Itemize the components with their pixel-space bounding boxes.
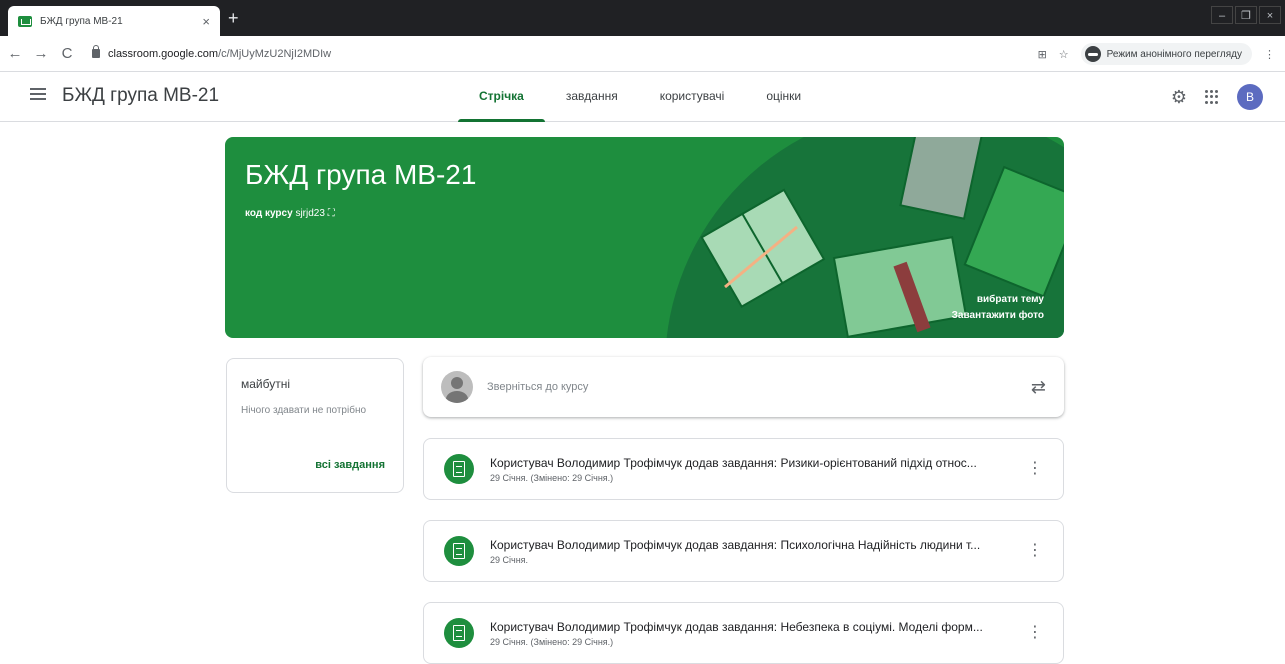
tab-classwork[interactable]: завдання — [545, 72, 639, 122]
upload-photo-link[interactable]: Завантажити фото — [952, 308, 1044, 324]
user-avatar-icon — [441, 371, 473, 403]
close-window-button[interactable]: × — [1259, 6, 1281, 24]
browser-menu-icon[interactable]: ⋮ — [1264, 48, 1275, 61]
post-title: Користувач Володимир Трофімчук додав зав… — [490, 455, 977, 470]
assignment-icon — [444, 536, 474, 566]
address-bar[interactable]: classroom.google.com/c/MjUyMzU2NjI2MDIw — [86, 42, 876, 66]
assignment-icon — [444, 618, 474, 648]
lock-icon — [92, 45, 100, 58]
stream-post[interactable]: Користувач Володимир Трофімчук додав зав… — [423, 602, 1064, 664]
expand-code-icon[interactable]: ⛶ — [328, 208, 335, 219]
post-title: Користувач Володимир Трофімчук додав зав… — [490, 537, 981, 552]
more-options-icon[interactable]: ⋮ — [1025, 461, 1045, 477]
browser-tab[interactable]: БЖД група МВ-21 × — [8, 6, 220, 36]
post-text: Користувач Володимир Трофімчук додав зав… — [490, 538, 1011, 565]
back-button[interactable]: ← — [4, 45, 26, 62]
class-code: код курсу sjrjd23 ⛶ — [245, 208, 335, 219]
main-menu-icon[interactable] — [30, 88, 46, 100]
banner-title: БЖД група МВ-21 — [245, 159, 477, 190]
window-controls: – ❐ × — [1211, 6, 1281, 24]
stream-post[interactable]: Користувач Володимир Трофімчук додав зав… — [423, 520, 1064, 582]
apps-grid-icon[interactable] — [1205, 90, 1219, 104]
view-all-link[interactable]: всі завдання — [315, 459, 385, 471]
post-date: 29 Січня. — [490, 554, 529, 565]
class-banner: БЖД група МВ-21 код курсу sjrjd23 ⛶ вибр… — [225, 137, 1064, 338]
announce-box[interactable]: Зверніться до курсу ⇄ — [423, 357, 1064, 417]
tab-people[interactable]: користувачі — [639, 72, 746, 122]
gear-icon[interactable]: ⚙ — [1171, 87, 1187, 108]
post-date: 29 Січня. (Змінено: 29 Січня.) — [490, 472, 614, 483]
upcoming-card: майбутні Нічого здавати не потрібно всі … — [226, 358, 404, 493]
post-text: Користувач Володимир Трофімчук додав зав… — [490, 456, 1011, 483]
bookmark-star-icon[interactable]: ☆ — [1059, 48, 1069, 61]
select-theme-link[interactable]: вибрати тему — [952, 292, 1044, 308]
post-date: 29 Січня. (Змінено: 29 Січня.) — [490, 636, 614, 647]
browser-tab-strip: БЖД група МВ-21 × + – ❐ × — [0, 0, 1285, 36]
new-tab-button[interactable]: + — [228, 8, 239, 28]
translate-icon[interactable]: ⊞ — [1038, 48, 1047, 61]
class-code-value: sjrjd23 — [295, 208, 325, 219]
tab-grades[interactable]: оцінки — [745, 72, 822, 122]
upcoming-heading: майбутні — [241, 377, 291, 391]
stream-post[interactable]: Користувач Володимир Трофімчук додав зав… — [423, 438, 1064, 500]
browser-toolbar: ← → C classroom.google.com/c/MjUyMzU2NjI… — [0, 36, 1285, 72]
appbar-actions: ⚙ B — [1171, 84, 1263, 110]
class-code-label: код курсу — [245, 208, 293, 219]
url-path: /c/MjUyMzU2NjI2MDIw — [218, 47, 332, 60]
forward-button[interactable]: → — [30, 45, 52, 62]
more-options-icon[interactable]: ⋮ — [1025, 625, 1045, 641]
close-tab-icon[interactable]: × — [202, 14, 210, 29]
class-tabs: Стрічка завдання користувачі оцінки — [458, 72, 822, 122]
post-text: Користувач Володимир Трофімчук додав зав… — [490, 620, 1011, 647]
incognito-icon — [1084, 46, 1101, 62]
assignment-icon — [444, 454, 474, 484]
incognito-label: Режим анонімного перегляду — [1106, 48, 1242, 60]
url-domain: classroom.google.com — [108, 47, 219, 60]
incognito-badge[interactable]: Режим анонімного перегляду — [1080, 43, 1252, 65]
minimize-button[interactable]: – — [1211, 6, 1233, 24]
more-options-icon[interactable]: ⋮ — [1025, 543, 1045, 559]
maximize-button[interactable]: ❐ — [1235, 6, 1257, 24]
browser-tab-title: БЖД група МВ-21 — [40, 15, 123, 27]
tab-stream[interactable]: Стрічка — [458, 72, 545, 122]
upcoming-empty-text: Нічого здавати не потрібно — [241, 405, 367, 416]
avatar[interactable]: B — [1237, 84, 1263, 110]
banner-links: вибрати тему Завантажити фото — [952, 292, 1044, 324]
repost-icon[interactable]: ⇄ — [1031, 377, 1046, 398]
announce-placeholder: Зверніться до курсу — [487, 381, 589, 393]
reload-button[interactable]: C — [56, 45, 78, 62]
post-title: Користувач Володимир Трофімчук додав зав… — [490, 619, 983, 634]
toolbar-actions: ⊞ ☆ Режим анонімного перегляду ⋮ — [1038, 36, 1275, 72]
class-title[interactable]: БЖД група МВ-21 — [62, 85, 219, 107]
classroom-favicon-icon — [18, 15, 32, 27]
classroom-app-bar: БЖД група МВ-21 Стрічка завдання користу… — [0, 72, 1285, 122]
